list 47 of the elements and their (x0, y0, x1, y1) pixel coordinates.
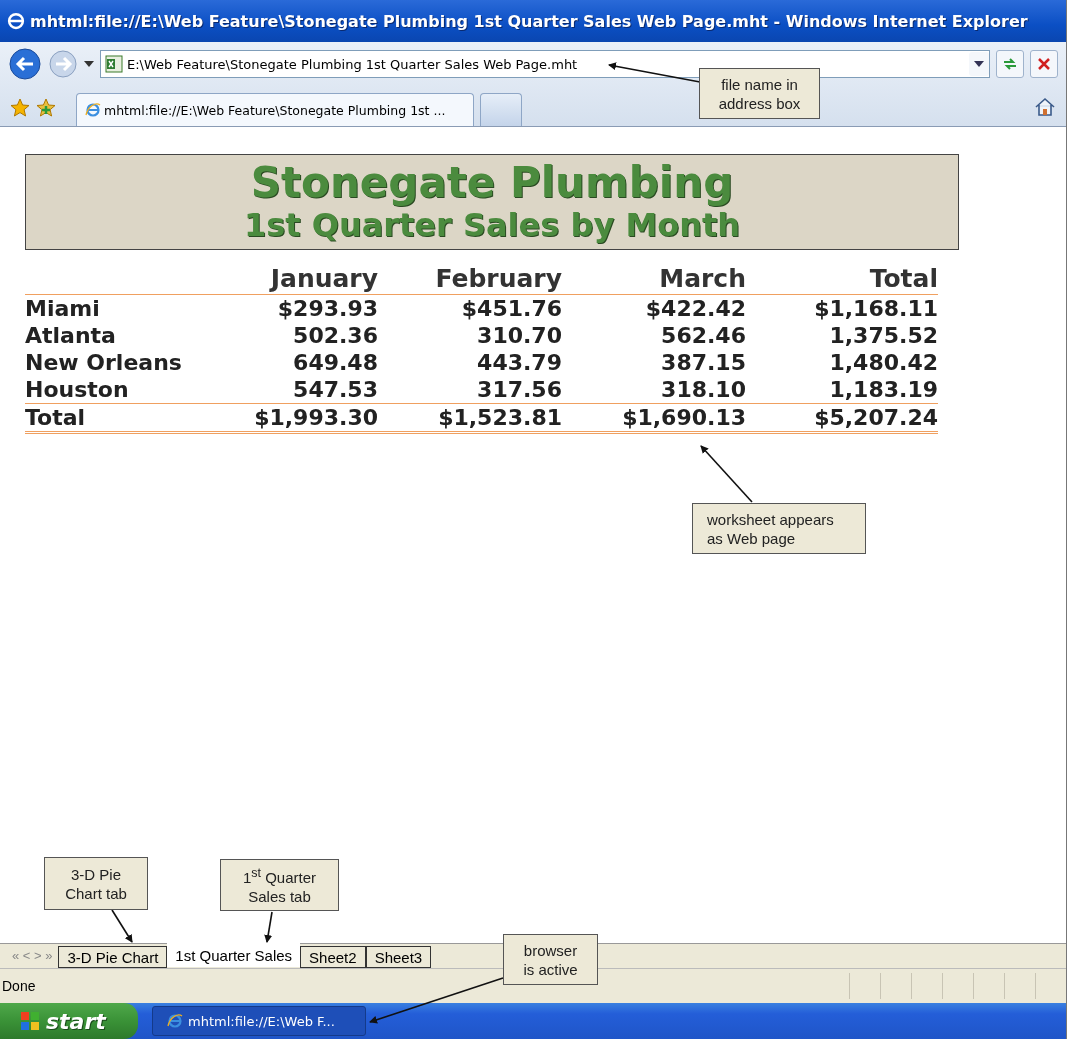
row-label: Houston (25, 376, 195, 404)
total-cell: $1,690.13 (562, 404, 746, 434)
column-header: January (195, 264, 378, 295)
table-cell-text: $451.76 (460, 295, 562, 322)
taskbar-button[interactable]: mhtml:file://E:\Web F... (152, 1006, 366, 1036)
table-cell-text: 387.15 (660, 349, 746, 376)
table-cell-text: 443.79 (476, 349, 562, 376)
table-cell: 318.10 (562, 376, 746, 404)
total-cell: $5,207.24 (746, 404, 938, 434)
callout-box: 3-D Pie Chart tab (44, 857, 148, 910)
column-header: Total (746, 264, 938, 295)
table-cell-text: 310.70 (476, 322, 562, 349)
callout-box: 1$^{st}$ Quarter Sales tab (220, 859, 339, 911)
column-header: February (378, 264, 562, 295)
status-text: Done (2, 978, 37, 994)
total-cell: $1,993.30 (195, 404, 378, 434)
total-cell: $1,523.81 (378, 404, 562, 434)
table-cell: 1,183.19 (746, 376, 938, 404)
row-label: Atlanta (25, 322, 117, 349)
table-cell-text: $293.93 (276, 295, 378, 322)
table-cell-text: 502.36 (292, 322, 378, 349)
table-cell-text: 649.48 (292, 349, 378, 376)
sheet-tab[interactable]: 1st Quarter Sales (167, 943, 301, 967)
table-cell-text: 1,480.42 (828, 349, 938, 376)
column-header: March (562, 264, 746, 295)
table-cell-text: 562.46 (660, 322, 746, 349)
page-title: Stonegate Plumbing (250, 160, 734, 206)
table-cell: 317.56 (378, 376, 562, 404)
page-subtitle: 1st Quarter Sales by Month (243, 206, 741, 244)
start-button[interactable]: start (0, 1003, 138, 1039)
callout-box: file name in address box (699, 68, 820, 119)
sheet-tab[interactable]: Sheet3 (365, 946, 432, 968)
table-cell-text: $422.42 (644, 295, 746, 322)
browser-tab[interactable]: mhtml:file://E:\Web Feature\Stonegate Plumbing 1st ... (76, 93, 474, 126)
address-text: E:\Web Feature\Stonegate Plumbing 1st Quarter Sales Web Page.mht (127, 56, 579, 72)
address-field[interactable]: E:\Web Feature\Stonegate Plumbing 1st Quarter Sales Web Page.mht (100, 50, 990, 78)
sheet-tab[interactable]: 3-D Pie Chart (58, 946, 168, 968)
callout-box: browser is active (503, 934, 598, 985)
row-label: New Orleans (25, 349, 183, 376)
window-title: mhtml:file://E:\Web Feature\Stonegate Plumbing 1st Quarter Sales Web Page.mht - Windows Internet Explorer (30, 11, 1028, 31)
total-label: Total (25, 404, 195, 434)
table-cell-text: 1,375.52 (828, 322, 938, 349)
sheet-tab[interactable]: Sheet2 (300, 946, 366, 968)
table-cell-text: $1,168.11 (813, 295, 938, 322)
callout-box: worksheet appears as Web page (692, 503, 866, 554)
table-cell: 547.53 (195, 376, 378, 404)
row-label: Miami (25, 295, 101, 322)
